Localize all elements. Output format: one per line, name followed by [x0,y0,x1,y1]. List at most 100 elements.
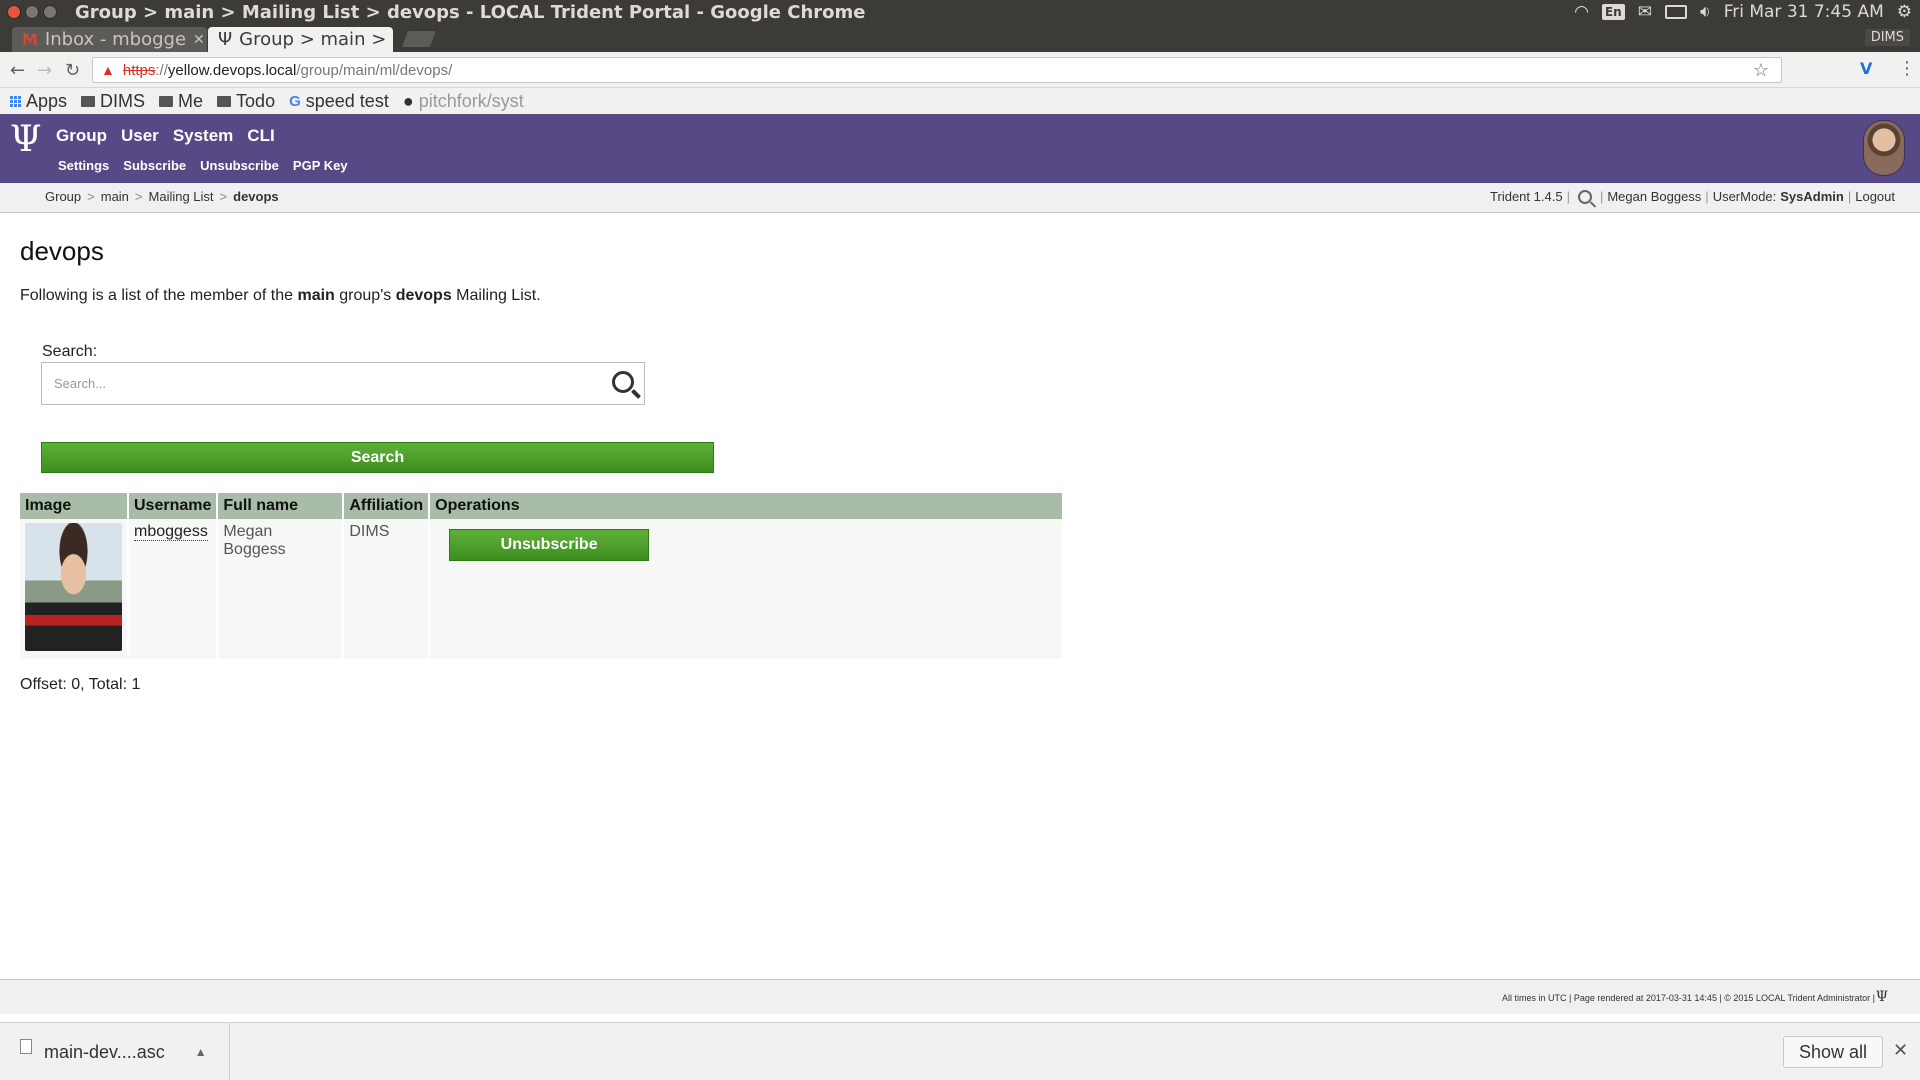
table-row: mboggess Megan Boggess DIMS Unsubscribe [20,519,1064,659]
window-controls [7,5,57,19]
intro-prefix: Following is a list of the member of the [20,287,294,304]
extension-v-icon[interactable]: V [1860,59,1872,78]
os-title-bar: Group > main > Mailing List > devops - L… [0,0,1920,25]
breadcrumb-mailing-list[interactable]: Mailing List [149,189,214,204]
bookmark-apps[interactable]: Apps [10,91,67,112]
tab-label: Inbox - mbogge [44,29,187,50]
breadcrumb-bar: Group > main > Mailing List > devops Tri… [0,183,1920,213]
bookmark-pitchfork[interactable]: ● pitchfork/syst [403,91,524,112]
bookmark-label: DIMS [100,90,146,111]
window-close-button[interactable] [7,5,21,19]
logout-link[interactable]: Logout [1855,189,1895,204]
intro-group: main [297,287,335,304]
chrome-menu-icon[interactable]: ⋮ [1898,58,1916,79]
main-nav: Group User System CLI [56,126,275,146]
breadcrumb: Group > main > Mailing List > devops [45,189,279,204]
forward-arrow-icon[interactable]: → [37,60,52,81]
bookmark-speed-test[interactable]: G speed test [289,91,389,112]
not-secure-warning-icon[interactable]: ▲ [101,62,115,78]
column-header-affiliation[interactable]: Affiliation [343,493,431,519]
search-input[interactable] [54,376,594,391]
tab-label: Group > main > [239,29,387,50]
bookmark-label: pitchfork/syst [418,90,524,111]
url-host: yellow.devops.local [167,61,297,79]
member-photo [25,523,122,651]
new-tab-button[interactable] [402,31,436,47]
sub-nav: Settings Subscribe Unsubscribe PGP Key [58,158,348,173]
current-user-link[interactable]: Megan Boggess [1607,189,1701,204]
bookmark-label: Me [178,90,204,111]
nav-system[interactable]: System [173,126,233,146]
apps-grid-icon [10,95,21,107]
subnav-settings[interactable]: Settings [58,158,109,173]
clock[interactable]: Fri Mar 31 7:45 AM [1724,2,1884,22]
separator: | [1566,189,1570,204]
subnav-subscribe[interactable]: Subscribe [123,158,186,173]
bookmark-me[interactable]: Me [159,91,203,112]
show-all-button[interactable]: Show all [1783,1036,1883,1068]
url-separator: :// [155,61,168,79]
intro-middle: group's [339,287,392,304]
nav-user[interactable]: User [121,126,159,146]
mail-icon[interactable]: ✉ [1638,2,1652,22]
usermode-value[interactable]: SysAdmin [1780,189,1844,204]
chevron-up-icon[interactable]: ▲ [195,1045,207,1059]
download-item[interactable]: main-dev....asc ▲ [0,1023,230,1080]
image-cell [20,519,129,659]
user-avatar[interactable] [1863,120,1905,176]
table-header-row: Image Username Full name Affiliation Ope… [20,493,1064,519]
trident-icon: Ψ [218,29,233,50]
column-header-operations[interactable]: Operations [429,493,1064,519]
github-icon: ● [402,90,414,111]
wifi-icon[interactable]: ◠ [1574,2,1589,22]
username-cell: mboggess [128,519,219,659]
settings-gear-icon[interactable]: ⚙ [1897,2,1912,22]
page-title: devops [20,236,104,266]
column-header-username[interactable]: Username [128,493,219,519]
breadcrumb-main[interactable]: main [101,189,129,204]
back-arrow-icon[interactable]: ← [10,60,25,81]
bookmark-todo[interactable]: Todo [217,91,275,112]
search-field[interactable] [41,362,645,405]
column-header-image[interactable]: Image [20,493,129,519]
nav-cli[interactable]: CLI [247,126,274,146]
search-label: Search: [42,343,98,360]
url-bar[interactable]: ▲ https://yellow.devops.local/group/main… [92,57,1782,83]
bookmarks-bar: Apps DIMS Me Todo G speed test ● pitchfo… [0,88,1920,114]
unsubscribe-button[interactable]: Unsubscribe [449,529,650,561]
volume-icon[interactable]: 🔉︎ [1700,2,1711,22]
window-maximize-button[interactable] [43,5,57,19]
breadcrumb-group[interactable]: Group [45,189,81,204]
trident-logo-icon[interactable]: Ψ [10,119,42,160]
window-title: Group > main > Mailing List > devops - L… [75,2,866,23]
tab-strip: M Inbox - mbogge ✕ Ψ Group > main > ✕ DI… [0,25,1920,52]
folder-icon [81,95,96,107]
reload-icon[interactable]: ↻ [65,60,80,81]
bookmark-label: Apps [26,90,68,111]
nav-group[interactable]: Group [56,126,107,146]
battery-icon[interactable] [1664,5,1687,19]
breadcrumb-separator: > [219,189,228,204]
search-button[interactable]: Search [41,442,714,473]
subnav-pgp-key[interactable]: PGP Key [293,158,348,173]
tab-inbox[interactable]: M Inbox - mbogge ✕ [12,27,207,52]
subnav-unsubscribe[interactable]: Unsubscribe [200,158,279,173]
column-header-full-name[interactable]: Full name [217,493,345,519]
breadcrumb-devops[interactable]: devops [233,189,279,204]
tab-group-main[interactable]: Ψ Group > main > ✕ [208,27,393,52]
search-icon[interactable] [1577,189,1592,204]
bookmark-star-icon[interactable]: ☆ [1753,60,1769,81]
keyboard-layout-indicator[interactable]: En [1601,4,1625,20]
username-link[interactable]: mboggess [134,523,208,541]
bookmark-dims[interactable]: DIMS [81,91,145,112]
folder-icon [159,95,174,107]
profile-badge[interactable]: DIMS [1864,29,1910,46]
window-minimize-button[interactable] [25,5,39,19]
search-icon[interactable] [612,371,634,393]
close-icon[interactable]: ✕ [1893,1040,1908,1061]
separator: | [1705,189,1709,204]
trident-header: Ψ Group User System CLI Settings Subscri… [0,114,1920,183]
footer-text: All times in UTC | Page rendered at 2017… [1501,993,1875,1003]
close-tab-icon[interactable]: ✕ [193,32,205,48]
members-table: Image Username Full name Affiliation Ope… [20,493,1064,659]
